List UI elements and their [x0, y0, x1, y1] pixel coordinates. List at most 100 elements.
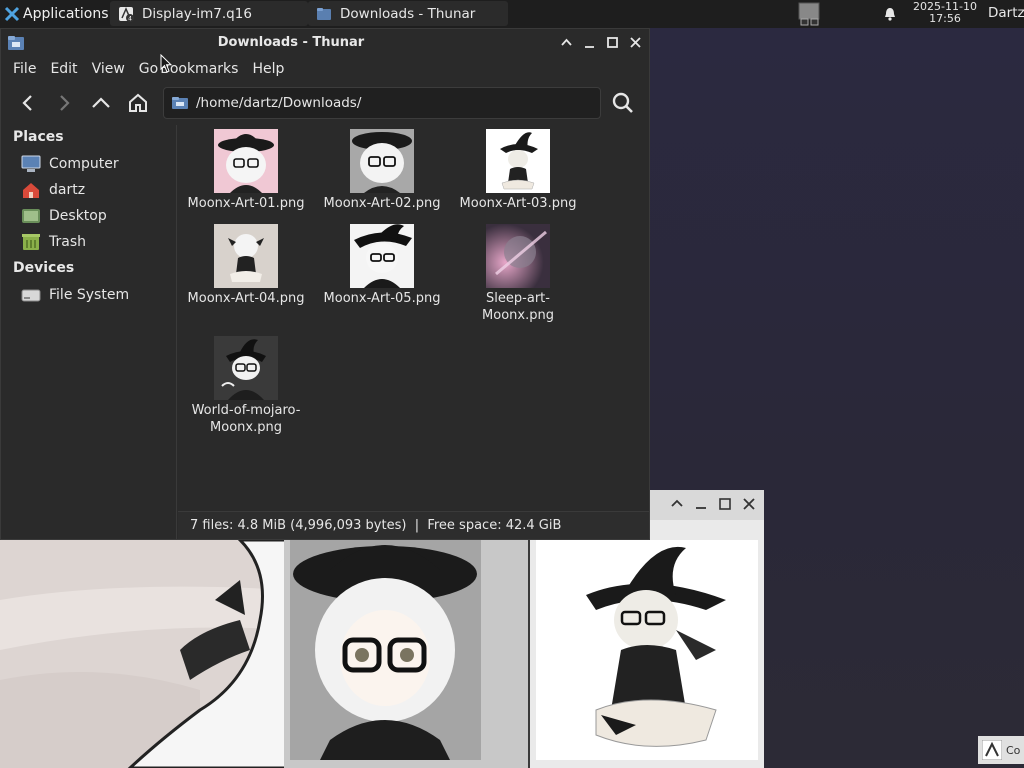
notification-bell-icon[interactable]	[882, 6, 898, 22]
file-name: Moonx-Art-02.png	[323, 196, 441, 211]
sidebar-item-dartz[interactable]: dartz	[21, 179, 171, 201]
parent-folder-button[interactable]	[87, 89, 115, 117]
minimize-icon[interactable]	[694, 497, 708, 511]
file-thumbnail	[486, 129, 550, 193]
chevron-up-icon[interactable]	[670, 497, 684, 511]
witch-character-image	[290, 540, 481, 760]
file-item[interactable]: Moonx-Art-02.png	[314, 129, 450, 212]
menu-help[interactable]: Help	[245, 61, 291, 77]
trash-icon	[22, 234, 40, 250]
file-view: Moonx-Art-01.png Moonx-Art-02.png Moonx-…	[178, 125, 649, 509]
back-button[interactable]	[14, 89, 42, 117]
app-icon	[982, 740, 1002, 760]
chevron-right-icon	[60, 95, 70, 111]
file-name: World-of-mojaro- Moonx.png	[192, 402, 301, 436]
image-thumbnail	[350, 129, 414, 193]
image-preview-left	[290, 540, 481, 760]
menu-file[interactable]: File	[6, 61, 43, 77]
image-thumbnail	[214, 336, 278, 400]
folder-icon	[172, 97, 188, 109]
file-thumbnail	[214, 336, 278, 400]
desktop-icon	[22, 209, 40, 223]
sidebar-heading-devices: Devices	[13, 260, 75, 276]
file-item[interactable]: Moonx-Art-01.png	[178, 129, 314, 212]
file-item[interactable]: Moonx-Art-04.png	[178, 224, 314, 307]
wallpaper-character-image	[0, 540, 290, 768]
computer-icon	[21, 155, 41, 172]
witch-sitting-image	[536, 540, 758, 760]
minimize-icon[interactable]	[582, 35, 597, 50]
sidebar-item-label: Trash	[49, 234, 86, 250]
image-thumbnail	[350, 224, 414, 288]
taskbar-window-co[interactable]: Co	[978, 736, 1024, 764]
taskbar-item-thunar[interactable]: Downloads - Thunar	[308, 1, 508, 26]
close-icon[interactable]	[742, 497, 756, 511]
sidebar-item-computer[interactable]: Computer	[21, 153, 171, 175]
toolbar: /home/dartz/Downloads/	[1, 83, 649, 123]
thunar-window: Downloads - Thunar File Edit View Go Boo…	[0, 28, 650, 540]
image-pane-right	[530, 520, 764, 768]
home-folder-icon	[23, 183, 39, 198]
wallpaper-art	[0, 540, 290, 768]
taskbar-item-label: Downloads - Thunar	[340, 5, 476, 22]
clock-time: 17:56	[929, 12, 961, 25]
close-icon[interactable]	[628, 35, 643, 50]
file-name-line: Moonx.png	[210, 420, 282, 435]
maximize-icon[interactable]	[605, 35, 620, 50]
file-name-line: World-of-mojaro-	[191, 403, 301, 418]
file-item[interactable]: World-of-mojaro- Moonx.png	[178, 336, 314, 436]
workspace-switcher-icon[interactable]	[798, 2, 824, 26]
file-item[interactable]: Moonx-Art-03.png	[450, 129, 586, 212]
imagemagick-icon: 4	[119, 6, 134, 22]
folder-icon	[317, 7, 331, 20]
sidebar-item-label: Desktop	[49, 208, 107, 224]
sidebar-item-label: dartz	[49, 182, 86, 198]
sidebar-item-desktop[interactable]: Desktop	[21, 205, 171, 227]
taskbar-item-display[interactable]: 4 Display-im7.q16	[110, 1, 308, 26]
top-panel: Applications ≡ 4 Display-im7.q16 Downloa…	[0, 0, 1024, 28]
file-item[interactable]: Moonx-Art-05.png	[314, 224, 450, 307]
image-thumbnail	[214, 129, 278, 193]
sidebar-item-file-system[interactable]: File System	[21, 284, 171, 306]
sidebar-item-trash[interactable]: Trash	[21, 231, 171, 253]
file-name: Moonx-Art-01.png	[187, 196, 305, 211]
home-button[interactable]	[124, 89, 152, 117]
menu-view[interactable]: View	[85, 61, 132, 77]
file-thumbnail	[350, 224, 414, 288]
image-viewer-window-controls	[670, 497, 756, 511]
status-bar: 7 files: 4.8 MiB (4,996,093 bytes) | Fre…	[178, 511, 649, 539]
file-thumbnail	[486, 224, 550, 288]
taskbar-item-label: Display-im7.q16	[142, 5, 252, 22]
menu-go[interactable]: Go	[132, 61, 158, 77]
clock[interactable]: 2025-11-10 17:56	[912, 1, 978, 25]
menu-edit[interactable]: Edit	[43, 61, 84, 77]
user-menu[interactable]: Dartz	[988, 5, 1024, 21]
location-bar[interactable]: /home/dartz/Downloads/	[163, 87, 601, 119]
search-icon	[612, 92, 633, 113]
file-item[interactable]: Sleep-art- Moonx.png	[450, 224, 586, 324]
image-thumbnail	[214, 224, 278, 288]
chevron-up-icon	[92, 97, 110, 108]
applications-label: Applications	[23, 6, 109, 22]
sidebar-heading-places: Places	[13, 129, 64, 145]
image-thumbnail	[486, 129, 550, 193]
file-name-line: Moonx.png	[482, 308, 554, 323]
chevron-left-icon	[22, 95, 32, 111]
file-name: Moonx-Art-03.png	[459, 196, 577, 211]
mouse-cursor-icon	[160, 54, 173, 73]
svg-text:4: 4	[128, 15, 132, 22]
home-icon	[129, 93, 147, 112]
file-thumbnail	[350, 129, 414, 193]
chevron-up-icon[interactable]	[559, 35, 574, 50]
location-path: /home/dartz/Downloads/	[196, 95, 362, 111]
image-thumbnail	[486, 224, 550, 288]
thunar-titlebar[interactable]: Downloads - Thunar	[1, 29, 649, 57]
forward-button[interactable]	[50, 89, 78, 117]
applications-menu[interactable]: Applications ≡	[0, 0, 126, 28]
maximize-icon[interactable]	[718, 497, 732, 511]
image-preview-right	[536, 540, 758, 760]
search-button[interactable]	[609, 89, 637, 117]
drive-icon	[21, 289, 41, 302]
file-thumbnail	[214, 129, 278, 193]
menubar: File Edit View Go Bookmarks Help	[1, 57, 649, 81]
